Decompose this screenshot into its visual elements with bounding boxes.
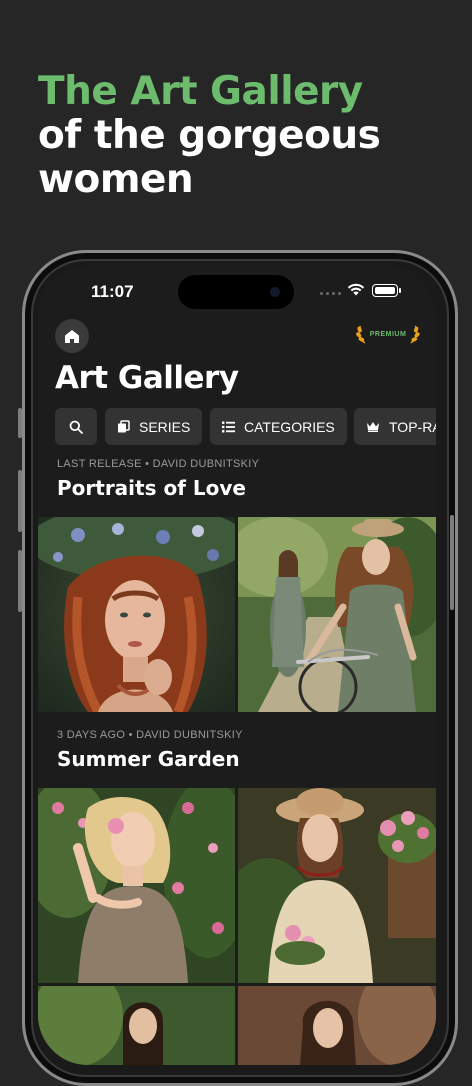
photo-image: [38, 986, 235, 1065]
photo-image: [38, 788, 235, 983]
wifi-icon: [347, 283, 365, 296]
photo-image: [238, 517, 436, 712]
series-icon: [118, 420, 130, 433]
phone-side-button: [18, 408, 22, 438]
premium-label: PREMIUM: [369, 330, 407, 338]
gallery-photo[interactable]: [238, 788, 436, 983]
categories-label: CATEGORIES: [244, 418, 335, 435]
section-meta: 3 DAYS AGO • DAVID DUBNITSKIY: [57, 729, 243, 741]
app-screen: 11:07 PREMIUM Art Gallery SERIES CATEGOR…: [38, 265, 436, 1065]
categories-filter-button[interactable]: CATEGORIES: [210, 408, 347, 445]
gallery-photo[interactable]: [238, 986, 436, 1065]
premium-badge[interactable]: PREMIUM: [356, 322, 420, 346]
cellular-signal-icon: [320, 292, 344, 296]
crown-icon: [367, 422, 379, 432]
home-icon: [65, 329, 79, 343]
gallery-photo[interactable]: [38, 788, 235, 983]
status-time: 11:07: [91, 282, 134, 301]
list-icon: [222, 421, 235, 432]
series-label: SERIES: [139, 418, 191, 435]
section-title[interactable]: Summer Garden: [57, 747, 240, 771]
series-filter-button[interactable]: SERIES: [105, 408, 202, 445]
battery-icon: [372, 284, 401, 297]
camera-icon: [270, 287, 280, 297]
section-title[interactable]: Portraits of Love: [57, 476, 246, 500]
gallery-photo[interactable]: [38, 517, 235, 712]
phone-volume-down: [18, 550, 22, 612]
gallery-photo[interactable]: [38, 986, 235, 1065]
photo-image: [238, 986, 436, 1065]
search-icon: [69, 420, 83, 434]
search-button[interactable]: [55, 408, 97, 445]
top-rated-filter-button[interactable]: TOP-RA: [354, 408, 436, 445]
headline-line-3: women: [38, 157, 194, 202]
section-meta: LAST RELEASE • DAVID DUBNITSKIY: [57, 458, 260, 470]
photo-image: [238, 788, 436, 983]
page-title: Art Gallery: [55, 360, 239, 396]
laurel-right-icon: [410, 325, 420, 344]
headline-line-2: of the gorgeous: [38, 113, 381, 158]
home-button[interactable]: [55, 319, 89, 353]
dynamic-island: [178, 275, 294, 309]
phone-volume-up: [18, 470, 22, 532]
filter-chips: SERIES CATEGORIES TOP-RA: [55, 408, 436, 445]
top-rated-label: TOP-RA: [389, 418, 436, 435]
gallery-photo[interactable]: [238, 517, 436, 712]
laurel-left-icon: [356, 325, 366, 344]
headline-accent-line: The Art Gallery: [38, 69, 363, 114]
promo-headline: The Art Gallery of the gorgeous women: [38, 69, 381, 202]
phone-power-button: [450, 515, 454, 610]
photo-image: [38, 517, 235, 712]
